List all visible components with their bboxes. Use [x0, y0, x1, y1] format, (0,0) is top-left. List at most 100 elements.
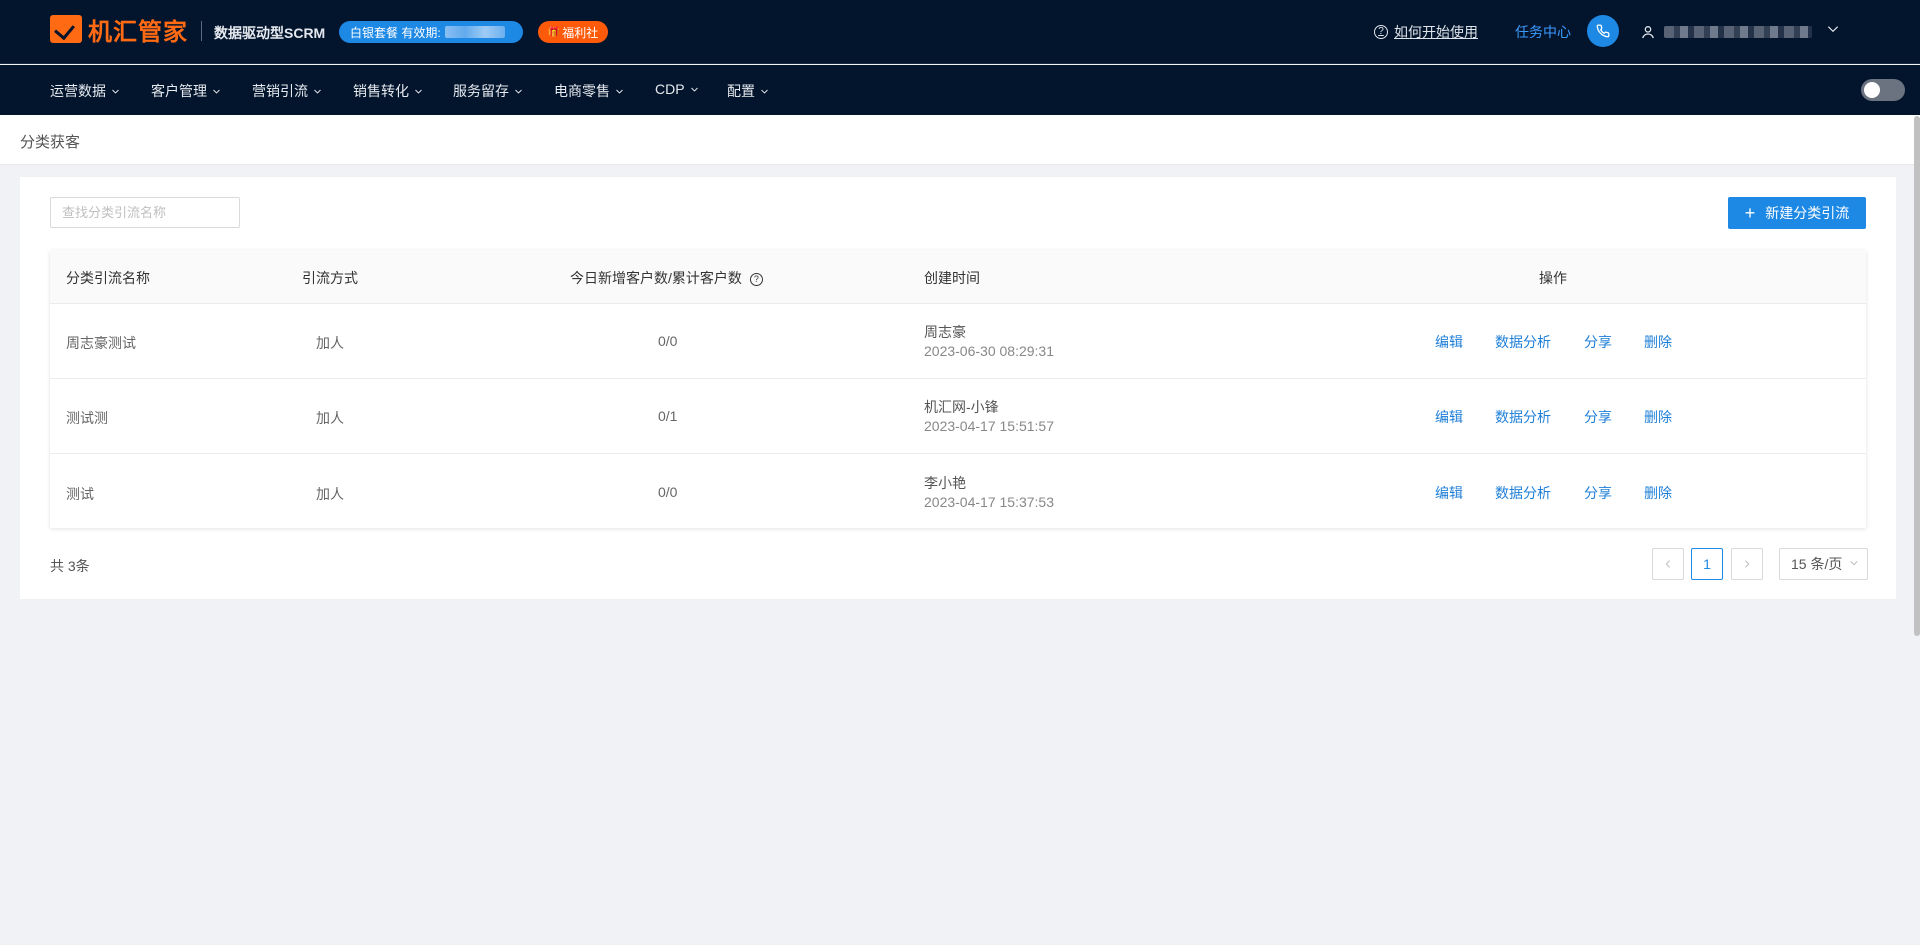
nav-item-customers[interactable]: 客户管理: [151, 81, 221, 101]
cell-method: 加人: [316, 410, 344, 426]
cell-name: 周志豪测试: [66, 335, 136, 351]
content-card: + 新建分类引流 分类引流名称 引流方式 今日新增客户数/累计客户数? 创建时间…: [20, 177, 1896, 599]
edit-link[interactable]: 编辑: [1435, 407, 1463, 427]
chevron-down-icon: [515, 89, 522, 94]
cell-creator: 机汇网-小锋: [924, 399, 999, 415]
phone-button[interactable]: [1587, 15, 1619, 47]
chevron-left-icon: [1665, 560, 1671, 568]
chevron-down-icon: [1850, 560, 1858, 566]
search-input[interactable]: [50, 197, 240, 228]
gift-icon: 🎁: [547, 26, 561, 38]
tagline: 数据驱动型SCRM: [214, 25, 326, 41]
page-number[interactable]: 1: [1691, 548, 1723, 580]
nav-item-ecommerce[interactable]: 电商零售: [554, 81, 624, 101]
analytics-link[interactable]: 数据分析: [1495, 332, 1551, 352]
cell-created-time: 2023-06-30 08:29:31: [924, 343, 1054, 359]
table-header: 分类引流名称 引流方式 今日新增客户数/累计客户数? 创建时间 操作: [50, 250, 1866, 304]
header-name: 分类引流名称: [66, 270, 150, 286]
edit-link[interactable]: 编辑: [1435, 483, 1463, 503]
share-link[interactable]: 分享: [1584, 483, 1612, 503]
chevron-down-icon: [314, 89, 321, 94]
new-button-label: 新建分类引流: [1765, 205, 1850, 221]
share-link[interactable]: 分享: [1584, 332, 1612, 352]
cell-name: 测试: [66, 486, 94, 502]
delete-link[interactable]: 删除: [1644, 483, 1672, 503]
analytics-link[interactable]: 数据分析: [1495, 407, 1551, 427]
table-row: 测试测 加人 0/1 机汇网-小锋 2023-04-17 15:51:57 编辑…: [50, 379, 1866, 454]
logo[interactable]: 机汇管家: [50, 13, 188, 46]
nav-label: 配置: [727, 83, 755, 99]
page-title: 分类获客: [20, 134, 81, 151]
logo-icon: [50, 15, 82, 43]
main-nav: 运营数据 客户管理 营销引流 销售转化 服务留存 电商零售 CDP 配置: [0, 65, 1920, 115]
nav-label: CDP: [655, 81, 685, 97]
data-table: 分类引流名称 引流方式 今日新增客户数/累计客户数? 创建时间 操作 周志豪测试…: [50, 250, 1866, 528]
theme-toggle[interactable]: [1861, 79, 1905, 101]
phone-icon: [1596, 24, 1610, 38]
chevron-down-icon[interactable]: [1826, 22, 1840, 36]
nav-item-sales[interactable]: 销售转化: [353, 81, 423, 101]
welfare-label: 福利社: [562, 25, 599, 40]
page-size-select[interactable]: 15 条/页: [1779, 548, 1868, 580]
chevron-down-icon: [761, 89, 768, 94]
nav-item-config[interactable]: 配置: [727, 81, 769, 101]
cell-count: 0/1: [658, 408, 678, 424]
chevron-right-icon: [1744, 560, 1750, 568]
welfare-badge[interactable]: 🎁 福利社: [538, 21, 608, 43]
cell-created-time: 2023-04-17 15:37:53: [924, 494, 1054, 510]
share-link[interactable]: 分享: [1584, 407, 1612, 427]
logo-text: 机汇管家: [88, 18, 188, 46]
chevron-down-icon: [690, 87, 698, 92]
new-classification-button[interactable]: + 新建分类引流: [1728, 197, 1866, 229]
cell-method: 加人: [316, 486, 344, 502]
cell-method: 加人: [316, 335, 344, 351]
table-row: 测试 加人 0/0 李小艳 2023-04-17 15:37:53 编辑 数据分…: [50, 454, 1866, 529]
cell-creator: 李小艳: [924, 475, 966, 491]
table-row: 周志豪测试 加人 0/0 周志豪 2023-06-30 08:29:31 编辑 …: [50, 304, 1866, 379]
user-icon[interactable]: [1640, 24, 1656, 40]
nav-item-cdp[interactable]: CDP: [655, 81, 699, 97]
delete-link[interactable]: 删除: [1644, 407, 1672, 427]
task-center-link[interactable]: 任务中心: [1515, 22, 1571, 42]
plus-icon: +: [1744, 203, 1756, 223]
prev-page-button[interactable]: [1652, 548, 1684, 580]
page-scrollbar[interactable]: [1914, 116, 1920, 636]
nav-item-service[interactable]: 服务留存: [453, 81, 523, 101]
cell-created-time: 2023-04-17 15:51:57: [924, 418, 1054, 434]
toggle-knob: [1864, 82, 1880, 98]
logo-divider: [201, 21, 202, 41]
header-count-label: 今日新增客户数/累计客户数: [570, 270, 742, 286]
plan-expiry-redacted: [444, 26, 505, 38]
chevron-down-icon: [213, 89, 220, 94]
page-header: 分类获客: [0, 115, 1920, 165]
total-count: 共 3条: [50, 558, 90, 574]
question-circle-icon[interactable]: ?: [749, 273, 763, 286]
nav-label: 服务留存: [453, 83, 509, 99]
edit-link[interactable]: 编辑: [1435, 332, 1463, 352]
user-name-redacted[interactable]: [1664, 26, 1812, 38]
chevron-down-icon: [415, 89, 422, 94]
nav-label: 运营数据: [50, 83, 106, 99]
page-size-label: 15 条/页: [1791, 556, 1843, 572]
cell-count: 0/0: [658, 484, 678, 500]
cell-name: 测试测: [66, 410, 108, 426]
delete-link[interactable]: 删除: [1644, 332, 1672, 352]
help-label: 如何开始使用: [1394, 24, 1478, 40]
header-method: 引流方式: [302, 270, 358, 286]
analytics-link[interactable]: 数据分析: [1495, 483, 1551, 503]
nav-label: 电商零售: [554, 83, 610, 99]
nav-item-marketing[interactable]: 营销引流: [252, 81, 322, 101]
chevron-down-icon: [616, 89, 623, 94]
plan-badge[interactable]: 白银套餐 有效期:: [339, 21, 523, 43]
help-link[interactable]: ? 如何开始使用: [1374, 22, 1478, 42]
question-circle-icon: ?: [1374, 25, 1388, 39]
top-header: 机汇管家 数据驱动型SCRM 白银套餐 有效期: 🎁 福利社 ? 如何开始使用 …: [0, 0, 1920, 64]
nav-label: 销售转化: [353, 83, 409, 99]
cell-count: 0/0: [658, 333, 678, 349]
header-created: 创建时间: [924, 270, 980, 286]
header-count: 今日新增客户数/累计客户数?: [570, 268, 763, 288]
next-page-button[interactable]: [1731, 548, 1763, 580]
nav-label: 营销引流: [252, 83, 308, 99]
nav-item-operations[interactable]: 运营数据: [50, 81, 120, 101]
nav-label: 客户管理: [151, 83, 207, 99]
